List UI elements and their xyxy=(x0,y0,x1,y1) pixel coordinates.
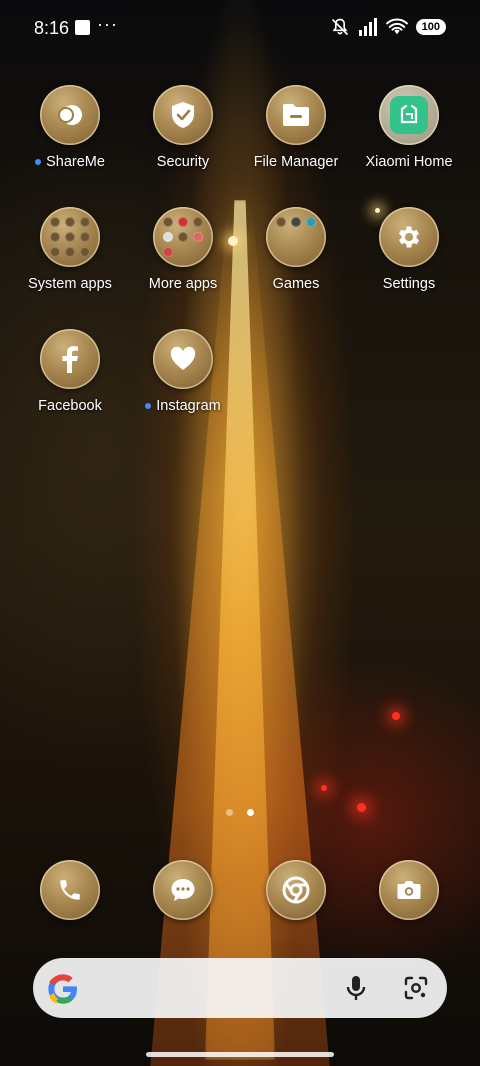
signal-icon xyxy=(358,18,377,36)
heart-icon xyxy=(153,329,213,389)
folder-games[interactable]: Games xyxy=(240,207,352,292)
app-settings[interactable]: Settings xyxy=(353,207,465,292)
lens-icon[interactable] xyxy=(404,976,428,1000)
page-dot-current[interactable] xyxy=(247,809,254,816)
google-logo-icon xyxy=(48,974,77,1004)
app-shareme[interactable]: ShareMe xyxy=(14,85,126,170)
folder-icon xyxy=(153,207,213,267)
app-label: Xiaomi Home xyxy=(365,154,453,170)
app-security[interactable]: Security xyxy=(127,85,239,170)
folder-system-apps[interactable]: System apps xyxy=(14,207,126,292)
gear-icon xyxy=(379,207,439,267)
shareme-icon xyxy=(40,85,100,145)
folder-icon xyxy=(40,207,100,267)
new-app-dot xyxy=(35,159,42,165)
dock-camera[interactable] xyxy=(353,860,465,920)
app-label: Facebook xyxy=(38,398,102,414)
xiaomi-home-icon xyxy=(379,85,439,145)
battery-icon: 100 xyxy=(415,19,446,35)
wifi-icon xyxy=(385,18,408,35)
new-app-dot xyxy=(145,403,152,409)
image-icon xyxy=(75,20,90,35)
microphone-icon[interactable] xyxy=(345,975,367,1001)
folder-icon xyxy=(266,207,326,267)
app-xiaomi-home[interactable]: Xiaomi Home xyxy=(353,85,465,170)
more-notifications-icon: ··· xyxy=(97,14,118,34)
app-label: ShareMe xyxy=(46,154,105,170)
folder-icon xyxy=(266,85,326,145)
app-file-manager[interactable]: File Manager xyxy=(240,85,352,170)
wallpaper-traffic-light xyxy=(357,803,366,812)
dock-phone[interactable] xyxy=(14,860,126,920)
camera-icon xyxy=(379,860,439,920)
app-label: System apps xyxy=(28,276,112,292)
app-instagram[interactable]: Instagram xyxy=(127,329,239,414)
app-label: Settings xyxy=(382,276,436,292)
page-indicator xyxy=(226,809,254,816)
wallpaper-traffic-light xyxy=(321,785,327,791)
wallpaper-traffic-light xyxy=(392,712,400,720)
app-label: Instagram xyxy=(156,398,221,414)
app-label: File Manager xyxy=(253,154,339,170)
mute-icon xyxy=(331,18,348,36)
gesture-navigation-bar[interactable] xyxy=(146,1052,334,1057)
app-facebook[interactable]: Facebook xyxy=(14,329,126,414)
app-label: More apps xyxy=(148,276,218,292)
google-search-bar[interactable] xyxy=(33,958,447,1018)
phone-icon xyxy=(40,860,100,920)
status-bar: 8:16 ··· 100 xyxy=(0,0,480,56)
chrome-icon xyxy=(266,860,326,920)
folder-more-apps[interactable]: More apps xyxy=(127,207,239,292)
app-label: Security xyxy=(156,154,210,170)
facebook-icon xyxy=(40,329,100,389)
app-label: Games xyxy=(272,276,320,292)
shield-check-icon xyxy=(153,85,213,145)
message-icon xyxy=(153,860,213,920)
clock: 8:16 xyxy=(34,18,70,38)
dock-messages[interactable] xyxy=(127,860,239,920)
system-icons: 100 xyxy=(330,17,446,37)
dock-chrome[interactable] xyxy=(240,860,352,920)
page-dot[interactable] xyxy=(226,809,233,816)
